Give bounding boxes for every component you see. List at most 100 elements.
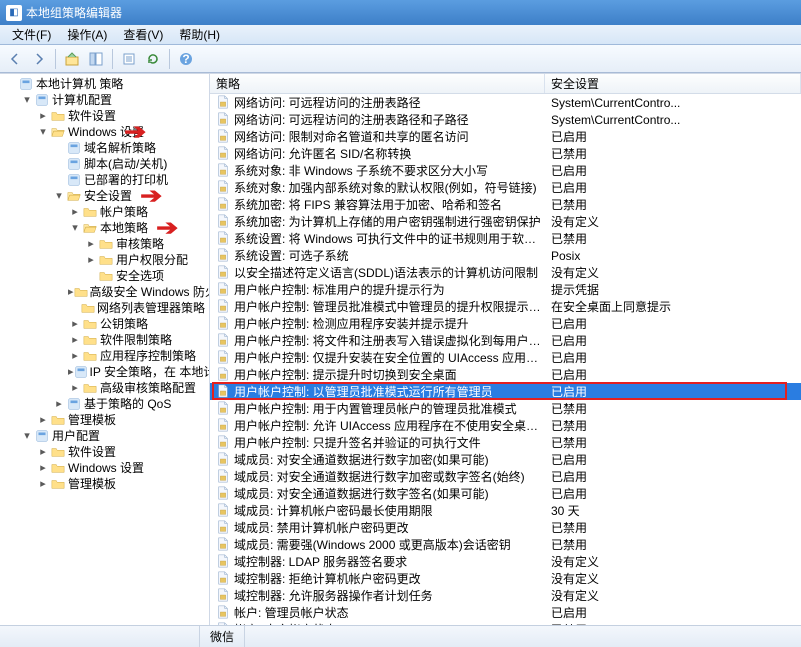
export-list-button[interactable] [118, 48, 140, 70]
policy-row[interactable]: 系统加密: 将 FIPS 兼容算法用于加密、哈希和签名已禁用 [210, 196, 801, 213]
policy-setting: 已禁用 [545, 145, 801, 162]
policy-row[interactable]: 网络访问: 限制对命名管道和共享的匿名访问已启用 [210, 128, 801, 145]
help-button[interactable]: ? [175, 48, 197, 70]
tree-node[interactable]: ▸ 软件设置 [0, 108, 209, 124]
expand-toggle[interactable]: ▸ [36, 412, 50, 428]
tree-node[interactable]: ▸管理模板 [0, 476, 209, 492]
column-setting[interactable]: 安全设置 [545, 74, 801, 93]
tree-node[interactable]: ▾Windows 设置 [0, 124, 209, 140]
menu-file[interactable]: 文件(F) [4, 24, 59, 45]
tree-node[interactable]: ▸管理模板 [0, 412, 209, 428]
menu-action[interactable]: 操作(A) [59, 24, 115, 45]
refresh-button[interactable] [142, 48, 164, 70]
policy-row[interactable]: 用户帐户控制: 允许 UIAccess 应用程序在不使用安全桌面...已禁用 [210, 417, 801, 434]
expand-toggle[interactable]: ▸ [36, 108, 50, 124]
tree-node[interactable]: 脚本(启动/关机) [0, 156, 209, 172]
expand-toggle[interactable]: ▸ [68, 380, 82, 396]
back-button[interactable] [4, 48, 26, 70]
tree-node[interactable]: ▸IP 安全策略，在 本地计算机 [0, 364, 209, 380]
expand-toggle[interactable]: ▸ [84, 252, 98, 268]
forward-button[interactable] [28, 48, 50, 70]
policy-row[interactable]: 用户帐户控制: 以管理员批准模式运行所有管理员已启用 [210, 383, 801, 400]
policy-row[interactable]: 系统设置: 将 Windows 可执行文件中的证书规则用于软件...已禁用 [210, 230, 801, 247]
policy-row[interactable]: 以安全描述符定义语言(SDDL)语法表示的计算机访问限制没有定义 [210, 264, 801, 281]
policy-setting: 没有定义 [545, 264, 801, 281]
policy-row[interactable]: 网络访问: 允许匿名 SID/名称转换已禁用 [210, 145, 801, 162]
menu-view[interactable]: 查看(V) [115, 24, 171, 45]
expand-toggle[interactable]: ▸ [68, 316, 82, 332]
policy-row[interactable]: 用户帐户控制: 检测应用程序安装并提示提升已启用 [210, 315, 801, 332]
policy-row[interactable]: 网络访问: 可远程访问的注册表路径和子路径System\CurrentContr… [210, 111, 801, 128]
policy-row[interactable]: 域控制器: 拒绝计算机帐户密码更改没有定义 [210, 570, 801, 587]
policy-row[interactable]: 域成员: 计算机帐户密码最长使用期限30 天 [210, 502, 801, 519]
policy-row[interactable]: 系统对象: 加强内部系统对象的默认权限(例如，符号链接)已启用 [210, 179, 801, 196]
tree-node[interactable]: 已部署的打印机 [0, 172, 209, 188]
policy-row[interactable]: 用户帐户控制: 提示提升时切换到安全桌面已启用 [210, 366, 801, 383]
policy-row[interactable]: 用户帐户控制: 管理员批准模式中管理员的提升权限提示的...在安全桌面上同意提示 [210, 298, 801, 315]
tree-node[interactable]: ▸软件限制策略 [0, 332, 209, 348]
navigation-tree[interactable]: 本地计算机 策略▾计算机配置▸软件设置▾Windows 设置➔域名解析策略脚本(… [0, 74, 210, 625]
tree-node[interactable]: ▸基于策略的 QoS [0, 396, 209, 412]
up-button[interactable] [61, 48, 83, 70]
tree-node[interactable]: ▸应用程序控制策略 [0, 348, 209, 364]
expand-toggle[interactable]: ▸ [68, 332, 82, 348]
policy-row[interactable]: 域成员: 对安全通道数据进行数字签名(如果可能)已启用 [210, 485, 801, 502]
expand-toggle[interactable]: ▸ [84, 236, 98, 252]
policy-row[interactable]: 域控制器: 允许服务器操作者计划任务没有定义 [210, 587, 801, 604]
policy-row[interactable]: 帐户: 来宾帐户状态已禁用 [210, 621, 801, 625]
column-policy[interactable]: 策略 [210, 74, 545, 93]
policy-name: 域成员: 需要强(Windows 2000 或更高版本)会话密钥 [234, 536, 511, 553]
show-hide-tree-button[interactable] [85, 48, 107, 70]
tree-label: 高级安全 Windows 防火墙 [90, 284, 210, 300]
policy-row[interactable]: 域成员: 需要强(Windows 2000 或更高版本)会话密钥已禁用 [210, 536, 801, 553]
policy-row[interactable]: 用户帐户控制: 标准用户的提升提示行为提示凭据 [210, 281, 801, 298]
policy-row[interactable]: 用户帐户控制: 用于内置管理员帐户的管理员批准模式已禁用 [210, 400, 801, 417]
tree-node[interactable]: 本地计算机 策略 [0, 76, 209, 92]
policy-row[interactable]: 用户帐户控制: 将文件和注册表写入错误虚拟化到每用户位置已启用 [210, 332, 801, 349]
tree-label: 软件设置 [68, 108, 116, 124]
tree-node[interactable]: ▸软件设置 [0, 444, 209, 460]
policy-row[interactable]: 系统加密: 为计算机上存储的用户密钥强制进行强密钥保护没有定义 [210, 213, 801, 230]
expand-toggle[interactable]: ▾ [20, 428, 34, 444]
expand-toggle[interactable]: ▸ [36, 460, 50, 476]
policy-row[interactable]: 系统设置: 可选子系统Posix [210, 247, 801, 264]
list-body[interactable]: 网络访问: 可远程访问的注册表路径System\CurrentContro...… [210, 94, 801, 625]
policy-setting: 没有定义 [545, 587, 801, 604]
tree-node[interactable]: ▾本地策略 [0, 220, 209, 236]
expand-toggle[interactable]: ▾ [52, 188, 66, 204]
policy-row[interactable]: 帐户: 管理员帐户状态已启用 [210, 604, 801, 621]
tree-node[interactable]: ▸Windows 设置 [0, 460, 209, 476]
expand-toggle[interactable]: ▸ [36, 444, 50, 460]
tree-node[interactable]: ▸用户权限分配 [0, 252, 209, 268]
tree-node[interactable]: 域名解析策略 [0, 140, 209, 156]
policy-row[interactable]: 系统对象: 非 Windows 子系统不要求区分大小写已启用 [210, 162, 801, 179]
menu-help[interactable]: 帮助(H) [171, 24, 228, 45]
expand-toggle[interactable]: ▾ [68, 220, 82, 236]
policy-row[interactable]: 域成员: 禁用计算机帐户密码更改已禁用 [210, 519, 801, 536]
expand-toggle[interactable]: ▸ [68, 204, 82, 220]
tree-node[interactable]: ▾用户配置 [0, 428, 209, 444]
tree-node[interactable]: ▸审核策略 [0, 236, 209, 252]
policy-row[interactable]: 域控制器: LDAP 服务器签名要求没有定义 [210, 553, 801, 570]
tree-node[interactable]: ▸公钥策略 [0, 316, 209, 332]
policy-row[interactable]: 域成员: 对安全通道数据进行数字加密或数字签名(始终)已启用 [210, 468, 801, 485]
expand-toggle[interactable]: ▸ [52, 396, 66, 412]
tree-node[interactable]: ▸高级审核策略配置 [0, 380, 209, 396]
expand-toggle[interactable]: ▸ [36, 476, 50, 492]
tree-node[interactable]: ▸高级安全 Windows 防火墙 [0, 284, 209, 300]
expand-toggle[interactable]: ▸ [68, 348, 82, 364]
policy-row[interactable]: 用户帐户控制: 只提升签名并验证的可执行文件已禁用 [210, 434, 801, 451]
tree-node[interactable]: 安全选项 [0, 268, 209, 284]
policy-row[interactable]: 用户帐户控制: 仅提升安装在安全位置的 UIAccess 应用程序已启用 [210, 349, 801, 366]
policy-row[interactable]: 网络访问: 可远程访问的注册表路径System\CurrentContro... [210, 94, 801, 111]
tree-node[interactable]: ▾计算机配置 [0, 92, 209, 108]
policy-row[interactable]: 域成员: 对安全通道数据进行数字加密(如果可能)已启用 [210, 451, 801, 468]
tree-node[interactable]: 网络列表管理器策略 [0, 300, 209, 316]
tree-node[interactable]: ▸帐户策略 [0, 204, 209, 220]
expand-toggle[interactable]: ▾ [20, 92, 34, 108]
policy-name: 网络访问: 可远程访问的注册表路径 [234, 94, 421, 111]
tree-node[interactable]: ▾安全设置 [0, 188, 209, 204]
expand-toggle[interactable]: ▾ [36, 124, 50, 140]
policy-name: 用户帐户控制: 标准用户的提升提示行为 [234, 281, 445, 298]
policy-name: 系统对象: 非 Windows 子系统不要求区分大小写 [234, 162, 488, 179]
